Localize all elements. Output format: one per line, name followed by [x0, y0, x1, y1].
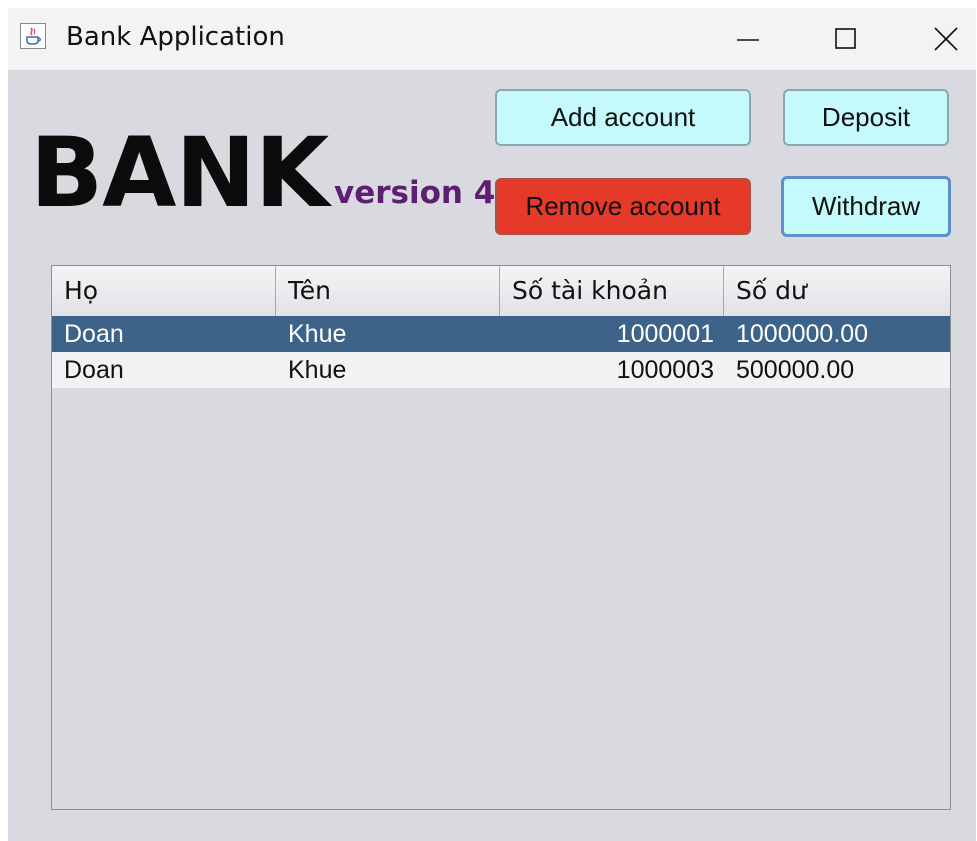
- app-window: Bank Application BANK version 4 Add acco…: [8, 8, 976, 841]
- cell-balance: 500000.00: [736, 356, 855, 384]
- maximize-icon: [835, 28, 856, 49]
- cell-ten: Khue: [288, 320, 347, 348]
- title-bar[interactable]: Bank Application: [8, 8, 976, 70]
- close-button[interactable]: [906, 8, 977, 70]
- minimize-button[interactable]: [708, 8, 788, 70]
- table-header: Họ Tên Số tài khoản Số dư: [52, 266, 950, 317]
- column-header-ten[interactable]: Tên: [276, 266, 500, 316]
- cell-account-number: 1000001: [616, 320, 714, 348]
- close-icon: [934, 27, 958, 51]
- java-app-icon: [20, 23, 46, 49]
- column-header-so-du[interactable]: Số dư: [724, 266, 950, 316]
- cell-ten: Khue: [288, 356, 347, 384]
- version-label: version 4: [334, 175, 496, 211]
- bank-logo: BANK: [30, 117, 329, 229]
- maximize-button[interactable]: [806, 8, 886, 70]
- minimize-icon: [737, 39, 759, 41]
- withdraw-button[interactable]: Withdraw: [781, 176, 951, 237]
- column-header-ho[interactable]: Họ: [52, 266, 276, 316]
- deposit-button[interactable]: Deposit: [783, 89, 949, 146]
- add-account-button[interactable]: Add account: [495, 89, 751, 146]
- cell-account-number: 1000003: [616, 356, 714, 384]
- table-row[interactable]: Doan Khue 1000001 1000000.00: [52, 316, 950, 352]
- window-title: Bank Application: [66, 22, 285, 52]
- table-row[interactable]: Doan Khue 1000003 500000.00: [52, 352, 950, 388]
- accounts-table[interactable]: Họ Tên Số tài khoản Số dư Doan Khue 1000…: [51, 265, 951, 810]
- cell-ho: Doan: [64, 356, 124, 384]
- column-header-so-tai-khoan[interactable]: Số tài khoản: [500, 266, 724, 316]
- cell-ho: Doan: [64, 320, 124, 348]
- cell-balance: 1000000.00: [736, 320, 869, 348]
- remove-account-button[interactable]: Remove account: [495, 178, 751, 235]
